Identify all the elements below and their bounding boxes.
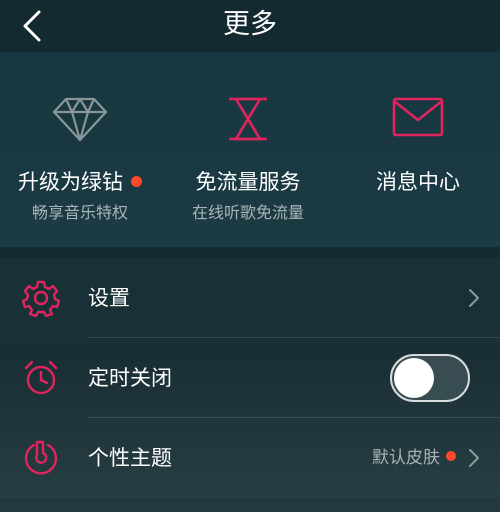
- hourglass-icon: [229, 97, 267, 141]
- sleep-timer-toggle[interactable]: [390, 354, 470, 402]
- page-title: 更多: [223, 9, 277, 40]
- settings-row[interactable]: 设置: [0, 258, 500, 338]
- theme-value: 默认皮肤: [372, 448, 440, 468]
- upgrade-green-diamond-button[interactable]: 升级为绿钻 畅享音乐特权: [0, 52, 160, 247]
- quick-actions: 升级为绿钻 畅享音乐特权 免流量服务 在线听歌免流量 消息中心: [0, 52, 500, 247]
- bottom-edge: [0, 498, 500, 512]
- top-bar: 更多: [0, 0, 500, 52]
- chevron-right-icon: [469, 449, 479, 467]
- theme-row[interactable]: 个性主题 默认皮肤: [0, 418, 500, 498]
- data-free-service-button[interactable]: 免流量服务 在线听歌免流量: [168, 52, 328, 247]
- chevron-right-icon: [469, 289, 479, 307]
- quick-action-subtitle: 畅享音乐特权: [31, 203, 128, 222]
- quick-action-label: 免流量服务: [195, 170, 301, 194]
- message-center-button[interactable]: 消息中心: [338, 52, 498, 247]
- quick-action-label: 消息中心: [376, 170, 460, 194]
- theme-icon: [24, 440, 58, 475]
- envelope-icon: [392, 97, 444, 137]
- sleep-timer-row: 定时关闭: [0, 338, 500, 418]
- toggle-knob: [394, 358, 434, 398]
- alarm-clock-icon: [24, 360, 58, 395]
- section-divider: [0, 247, 500, 258]
- theme-label: 个性主题: [88, 446, 172, 470]
- notification-dot: [446, 451, 456, 461]
- back-button[interactable]: [14, 8, 50, 44]
- quick-action-label: 升级为绿钻: [18, 170, 123, 194]
- notification-dot: [131, 175, 142, 187]
- diamond-icon: [52, 97, 108, 142]
- chevron-left-icon: [23, 10, 41, 42]
- sleep-timer-label: 定时关闭: [88, 366, 172, 390]
- quick-action-subtitle: 在线听歌免流量: [191, 203, 304, 222]
- settings-label: 设置: [88, 286, 130, 310]
- gear-icon: [22, 280, 60, 317]
